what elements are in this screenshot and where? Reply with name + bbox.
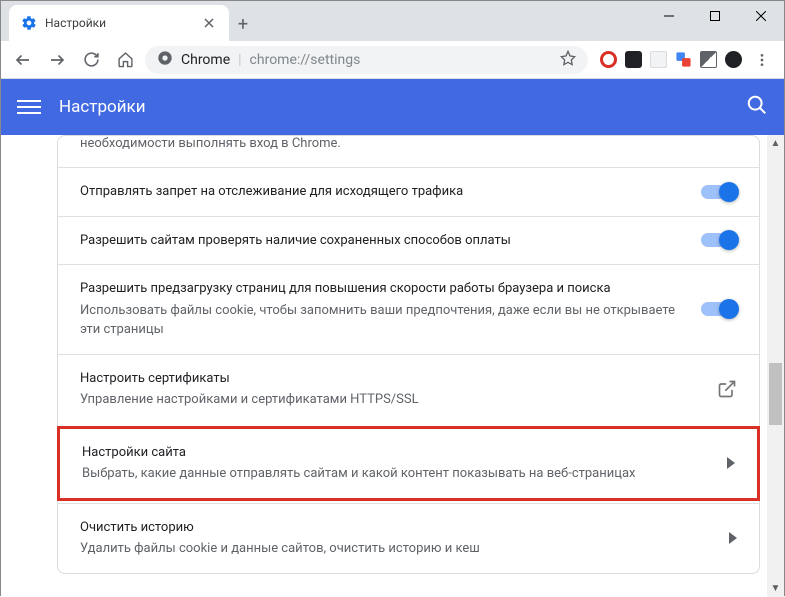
minimize-button[interactable] [646, 1, 692, 31]
tab-title: Настройки [45, 16, 193, 30]
extension-icon-1[interactable] [600, 51, 617, 68]
window-controls [646, 1, 784, 41]
extension-profile-icon[interactable] [725, 51, 742, 68]
forward-button[interactable] [43, 46, 71, 74]
row-title: Разрешить сайтам проверять наличие сохра… [80, 231, 681, 251]
page-title: Настройки [59, 97, 146, 117]
toggle-switch[interactable] [701, 233, 737, 247]
chevron-right-icon [729, 529, 737, 548]
row-desc: Удалить файлы cookie и данные сайтов, оч… [80, 539, 709, 559]
window-titlebar: Настройки + [1, 1, 784, 41]
tab-close-icon[interactable] [201, 15, 217, 31]
row-title: Настроить сертификаты [80, 369, 697, 389]
back-button[interactable] [9, 46, 37, 74]
extension-icon-2[interactable] [625, 51, 642, 68]
new-tab-button[interactable]: + [229, 7, 257, 41]
extension-cast-icon[interactable] [700, 51, 717, 68]
row-preload[interactable]: Разрешить предзагрузку страниц для повыш… [58, 264, 759, 354]
row-site-settings[interactable]: Настройки сайта Выбрать, какие данные от… [57, 426, 760, 501]
toggle-switch[interactable] [701, 302, 737, 316]
extension-translate-icon[interactable] [675, 51, 692, 68]
external-link-icon [717, 379, 737, 399]
close-window-button[interactable] [738, 1, 784, 31]
row-title: Отправлять запрет на отслеживание для ис… [80, 182, 681, 202]
row-payment-check[interactable]: Разрешить сайтам проверять наличие сохра… [58, 216, 759, 265]
row-do-not-track[interactable]: Отправлять запрет на отслеживание для ис… [58, 167, 759, 216]
scroll-up-icon[interactable]: ▲ [767, 135, 784, 152]
settings-content: необходимости выполнять вход в Chrome. О… [1, 135, 784, 597]
home-button[interactable] [111, 46, 139, 74]
content-area: необходимости выполнять вход в Chrome. О… [1, 135, 784, 597]
row-title: Настройки сайта [82, 443, 707, 463]
browser-tab[interactable]: Настройки [9, 5, 229, 41]
settings-header: Настройки [1, 79, 784, 135]
privacy-card: необходимости выполнять вход в Chrome. О… [57, 135, 760, 574]
extension-icon-3[interactable] [650, 51, 667, 68]
gear-icon [21, 15, 37, 31]
browser-toolbar: Chrome | chrome://settings [1, 41, 784, 79]
bookmark-star-icon[interactable] [560, 50, 576, 70]
browser-menu-button[interactable] [748, 46, 776, 74]
row-title: Разрешить предзагрузку страниц для повыш… [80, 279, 681, 299]
row-desc: Управление настройками и сертификатами H… [80, 390, 697, 410]
row-certificates[interactable]: Настроить сертификаты Управление настрой… [58, 354, 759, 424]
menu-button[interactable] [17, 95, 41, 119]
maximize-button[interactable] [692, 1, 738, 31]
search-button[interactable] [746, 94, 768, 120]
scrollbar-thumb[interactable] [769, 363, 782, 425]
truncated-text: необходимости выполнять вход в Chrome. [58, 136, 759, 167]
reload-button[interactable] [77, 46, 105, 74]
row-clear-history[interactable]: Очистить историю Удалить файлы cookie и … [58, 503, 759, 573]
inner-scrollbar[interactable]: ▲ ▼ [767, 135, 784, 597]
scroll-down-icon[interactable]: ▼ [767, 580, 784, 597]
toggle-switch[interactable] [701, 185, 737, 199]
chevron-right-icon [727, 454, 735, 473]
address-bar[interactable]: Chrome | chrome://settings [145, 46, 588, 74]
row-desc: Выбрать, какие данные отправлять сайтам … [82, 464, 707, 484]
chrome-page-icon [157, 50, 173, 70]
row-desc: Использовать файлы cookie, чтобы запомни… [80, 301, 681, 340]
extension-icons [600, 51, 742, 68]
row-title: Очистить историю [80, 518, 709, 538]
url-text: Chrome | chrome://settings [181, 52, 360, 68]
